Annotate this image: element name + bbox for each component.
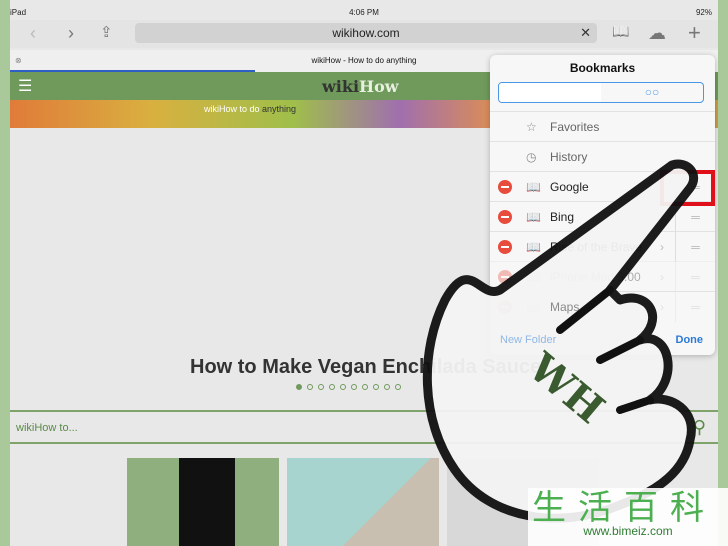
bookmark-label: Maps bbox=[550, 300, 580, 314]
new-folder-button[interactable]: New Folder bbox=[500, 334, 556, 346]
watermark: 生活百科 www.bimeiz.com bbox=[528, 488, 728, 546]
pointing-hand-illustration: WH bbox=[422, 159, 699, 523]
watermark-text: 生活百科 bbox=[532, 488, 716, 528]
